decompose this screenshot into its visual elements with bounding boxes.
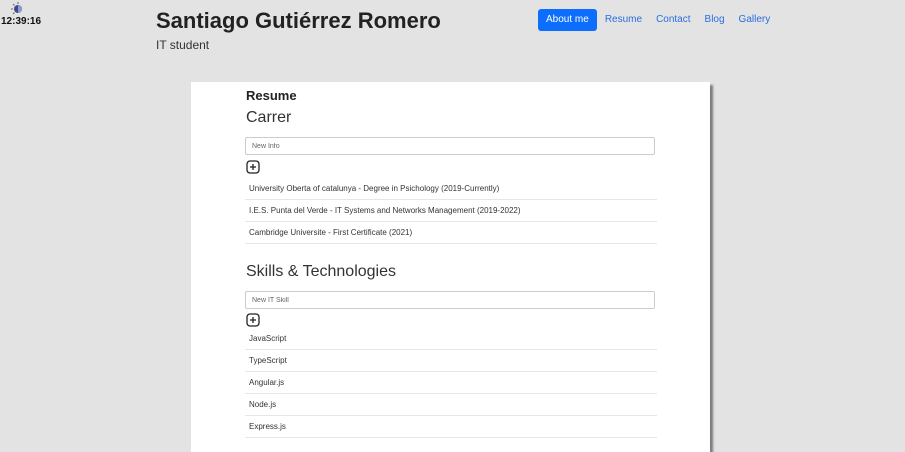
add-skill-button[interactable]	[246, 313, 260, 327]
list-item: JavaScript	[245, 328, 657, 350]
resume-title: Resume	[246, 88, 297, 103]
skills-title: Skills & Technologies	[246, 263, 397, 280]
clock-widget: 12:39:16	[1, 2, 41, 27]
site-title: Santiago Gutiérrez Romero	[156, 8, 441, 33]
nav-resume[interactable]: Resume	[598, 9, 649, 31]
site-subtitle: IT student	[156, 38, 210, 52]
plus-square-icon	[246, 313, 260, 327]
new-info-input[interactable]	[245, 137, 655, 155]
list-item: Node.js	[245, 394, 657, 416]
skills-list: JavaScript TypeScript Angular.js Node.js…	[245, 328, 657, 438]
list-item: TypeScript	[245, 350, 657, 372]
new-skill-input[interactable]	[245, 291, 655, 309]
nav-contact[interactable]: Contact	[649, 9, 697, 31]
list-item: University Oberta of catalunya - Degree …	[245, 178, 657, 200]
career-title: Carrer	[246, 109, 292, 126]
resume-card: Resume Carrer University Oberta of catal…	[191, 82, 710, 452]
nav-blog[interactable]: Blog	[698, 9, 732, 31]
list-item: Angular.js	[245, 372, 657, 394]
add-info-button[interactable]	[246, 160, 260, 174]
career-list: University Oberta of catalunya - Degree …	[245, 178, 657, 244]
main-nav: About me Resume Contact Blog Gallery	[538, 9, 777, 31]
plus-square-icon	[246, 160, 260, 174]
list-item: Cambridge Universite - First Certificate…	[245, 222, 657, 244]
nav-gallery[interactable]: Gallery	[732, 9, 778, 31]
list-item: Express.js	[245, 416, 657, 438]
sun-moon-icon	[11, 2, 22, 15]
list-item: I.E.S. Punta del Verde - IT Systems and …	[245, 200, 657, 222]
clock-time: 12:39:16	[1, 16, 42, 27]
nav-about-me[interactable]: About me	[538, 9, 597, 31]
